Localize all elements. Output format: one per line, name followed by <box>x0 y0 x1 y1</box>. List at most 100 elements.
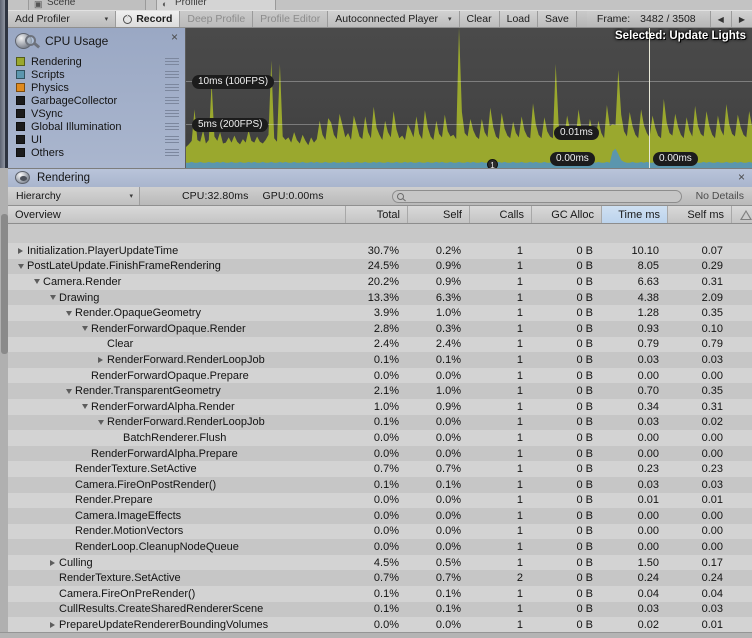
table-row[interactable]: Camera.ImageEffects 0.0% 0.0% 1 0 B 0.00 0.00 <box>8 508 752 524</box>
column-header-timems[interactable]: Time ms <box>602 206 668 223</box>
drag-handle-icon[interactable] <box>165 84 179 91</box>
legend-item-scripts[interactable]: Scripts <box>16 68 185 81</box>
cell-total: 0.0% <box>373 494 399 507</box>
cell-gcalloc: 0 B <box>576 447 593 460</box>
column-header-label: GC Alloc <box>551 208 594 221</box>
table-row[interactable]: PostLateUpdate.FinishFrameRendering 24.5%… <box>8 258 752 275</box>
legend-item-others[interactable]: Others <box>16 146 185 159</box>
table-row[interactable]: RenderForwardOpaque.Prepare 0.0% 0.0% 1 0 B 0… <box>8 367 752 384</box>
table-row[interactable]: Render.TransparentGeometry 2.1% 1.0% 1 0 B 0.… <box>8 383 752 399</box>
table-row[interactable]: RenderLoop.CleanupNodeQueue 0.0% 0.0% 1 0 B 0… <box>8 539 752 555</box>
collapse-arrow-icon[interactable] <box>94 419 107 425</box>
column-header-selfms[interactable]: Self ms <box>668 206 732 223</box>
cell-calls: 1 <box>516 369 523 382</box>
connection-target-dropdown[interactable]: Autoconnected Player ▾ <box>328 11 460 27</box>
table-row[interactable]: Render.OpaqueGeometry 3.9% 1.0% 1 0 B 1.28 0.3… <box>8 305 752 321</box>
drag-handle-icon[interactable] <box>165 58 179 65</box>
cpu-usage-chart[interactable]: 10ms (100FPS) 5ms (200FPS) Selected: Upd… <box>186 28 752 168</box>
collapse-arrow-icon[interactable] <box>78 404 91 410</box>
column-header-warn[interactable] <box>732 206 752 223</box>
load-button[interactable]: Load <box>499 11 538 27</box>
close-icon[interactable]: × <box>171 30 178 44</box>
table-row[interactable]: Clear 2.4% 2.4% 1 0 B 0.79 0.79 <box>8 336 752 353</box>
legend-item-vsync[interactable]: VSync <box>16 107 185 120</box>
cell-gcalloc: 0 B <box>576 322 593 335</box>
expand-arrow-icon[interactable] <box>46 622 59 629</box>
table-row[interactable]: RenderForwardAlpha.Prepare 0.0% 0.0% 1 0 B 0.… <box>8 445 752 462</box>
clear-button[interactable]: Clear <box>459 11 500 27</box>
search-input[interactable] <box>391 189 682 203</box>
column-header-label: Self ms <box>687 208 724 221</box>
drag-handle-icon[interactable] <box>165 123 179 130</box>
table-row[interactable]: Render.Prepare 0.0% 0.0% 1 0 B 0.01 0.01 <box>8 492 752 509</box>
row-name-cell: Camera.FireOnPreRender() <box>8 588 346 600</box>
table-row[interactable]: Drawing 13.3% 6.3% 1 0 B 4.38 2.09 <box>8 289 752 306</box>
cell-selfms: 0.24 <box>701 572 723 585</box>
add-profiler-dropdown[interactable]: Add Profiler ▾ <box>8 11 117 27</box>
cell-self: 0.1% <box>435 478 461 491</box>
collapse-arrow-icon[interactable] <box>46 295 59 301</box>
scene-icon: ▣ <box>34 0 43 9</box>
table-row[interactable]: Camera.FireOnPreRender() 0.1% 0.1% 1 0 B 0.04… <box>8 586 752 602</box>
table-row[interactable]: CullResults.CreateSharedRendererScene 0.1… <box>8 601 752 618</box>
column-header-calls[interactable]: Calls <box>470 206 532 223</box>
collapse-arrow-icon[interactable] <box>14 263 27 269</box>
expand-arrow-icon[interactable] <box>14 247 27 254</box>
drag-handle-icon[interactable] <box>165 110 179 117</box>
legend-item-physics[interactable]: Physics <box>16 81 185 94</box>
next-frame-button[interactable]: ▶ <box>730 11 752 27</box>
table-row[interactable]: RenderForward.RenderLoopJob 0.1% 0.1% 1 0 B 0… <box>8 352 752 368</box>
cell-gcalloc: 0 B <box>576 556 593 569</box>
close-icon[interactable]: × <box>738 170 745 184</box>
view-mode-dropdown[interactable]: Hierarchy ▾ <box>8 187 140 205</box>
record-button[interactable]: Record <box>116 11 181 27</box>
column-header-total[interactable]: Total <box>346 206 408 223</box>
table-row[interactable]: RenderTexture.SetActive 0.7% 0.7% 2 0 B 0.24 0… <box>8 570 752 587</box>
row-name-cell: Culling <box>8 557 346 569</box>
table-row[interactable]: RenderForwardOpaque.Render 2.8% 0.3% 1 0 B 0.… <box>8 320 752 337</box>
table-row[interactable]: Render.MotionVectors 0.0% 0.0% 1 0 B 0.00 0.00 <box>8 523 752 540</box>
column-header-overview[interactable]: Overview <box>8 206 346 223</box>
collapse-arrow-icon[interactable] <box>30 279 43 285</box>
deep-profile-button[interactable]: Deep Profile <box>180 11 254 27</box>
drag-handle-icon[interactable] <box>165 136 179 143</box>
tab-profiler[interactable]: ◐ Profiler <box>156 0 276 10</box>
row-label: RenderTexture.SetActive <box>75 463 197 476</box>
prev-frame-button[interactable]: ◀ <box>709 11 731 27</box>
table-row[interactable]: RenderForwardAlpha.Render 1.0% 0.9% 1 0 B 0.3… <box>8 398 752 415</box>
column-header-self[interactable]: Self <box>408 206 470 223</box>
cell-self: 0.2% <box>435 244 461 257</box>
legend-item-garbagecollector[interactable]: GarbageCollector <box>16 94 185 107</box>
legend-item-global-illumination[interactable]: Global Illumination <box>16 120 185 133</box>
expand-arrow-icon[interactable] <box>94 356 107 363</box>
scrollbar-thumb[interactable] <box>1 214 8 354</box>
drag-handle-icon[interactable] <box>165 97 179 104</box>
profiler-hierarchy-table[interactable]: Initialization.PlayerUpdateTime 30.7% 0.2%… <box>8 243 752 638</box>
table-row[interactable]: RenderForward.RenderLoopJob 0.1% 0.0% 1 0 B 0… <box>8 414 752 431</box>
profile-editor-button[interactable]: Profile Editor <box>253 11 329 27</box>
cell-selfms: 0.00 <box>701 509 723 522</box>
table-row[interactable]: Camera.FireOnPostRender() 0.1% 0.1% 1 0 B 0.0… <box>8 476 752 493</box>
table-row[interactable]: PrepareUpdateRendererBoundingVolumes 0.0%… <box>8 617 752 633</box>
cell-total: 30.7% <box>367 244 399 257</box>
table-row[interactable]: Camera.Render 20.2% 0.9% 1 0 B 6.63 0.31 <box>8 274 752 290</box>
table-row[interactable]: RenderTexture.SetActive 0.7% 0.7% 1 0 B 0.23 0… <box>8 461 752 477</box>
drag-handle-icon[interactable] <box>165 71 179 78</box>
drag-handle-icon[interactable] <box>165 149 179 156</box>
save-button[interactable]: Save <box>537 11 577 27</box>
table-row[interactable]: Culling 4.5% 0.5% 1 0 B 1.50 0.17 <box>8 554 752 571</box>
table-row[interactable]: BatchRenderer.Flush 0.0% 0.0% 1 0 B 0.00 0.00 <box>8 430 752 446</box>
collapse-arrow-icon[interactable] <box>62 310 75 316</box>
legend-item-rendering[interactable]: Rendering <box>16 55 185 68</box>
collapse-arrow-icon[interactable] <box>78 326 91 332</box>
tab-scene[interactable]: ▣ Scene <box>28 0 146 10</box>
column-header-gcalloc[interactable]: GC Alloc <box>532 206 602 223</box>
gridline-5ms <box>186 124 752 126</box>
cell-timems: 0.00 <box>637 431 659 444</box>
frame-cursor-line[interactable] <box>649 28 650 168</box>
collapse-arrow-icon[interactable] <box>62 388 75 394</box>
legend-item-ui[interactable]: UI <box>16 133 185 146</box>
expand-arrow-icon[interactable] <box>46 559 59 566</box>
cell-total: 0.0% <box>373 431 399 444</box>
table-row[interactable]: Initialization.PlayerUpdateTime 30.7% 0.2%… <box>8 243 752 259</box>
